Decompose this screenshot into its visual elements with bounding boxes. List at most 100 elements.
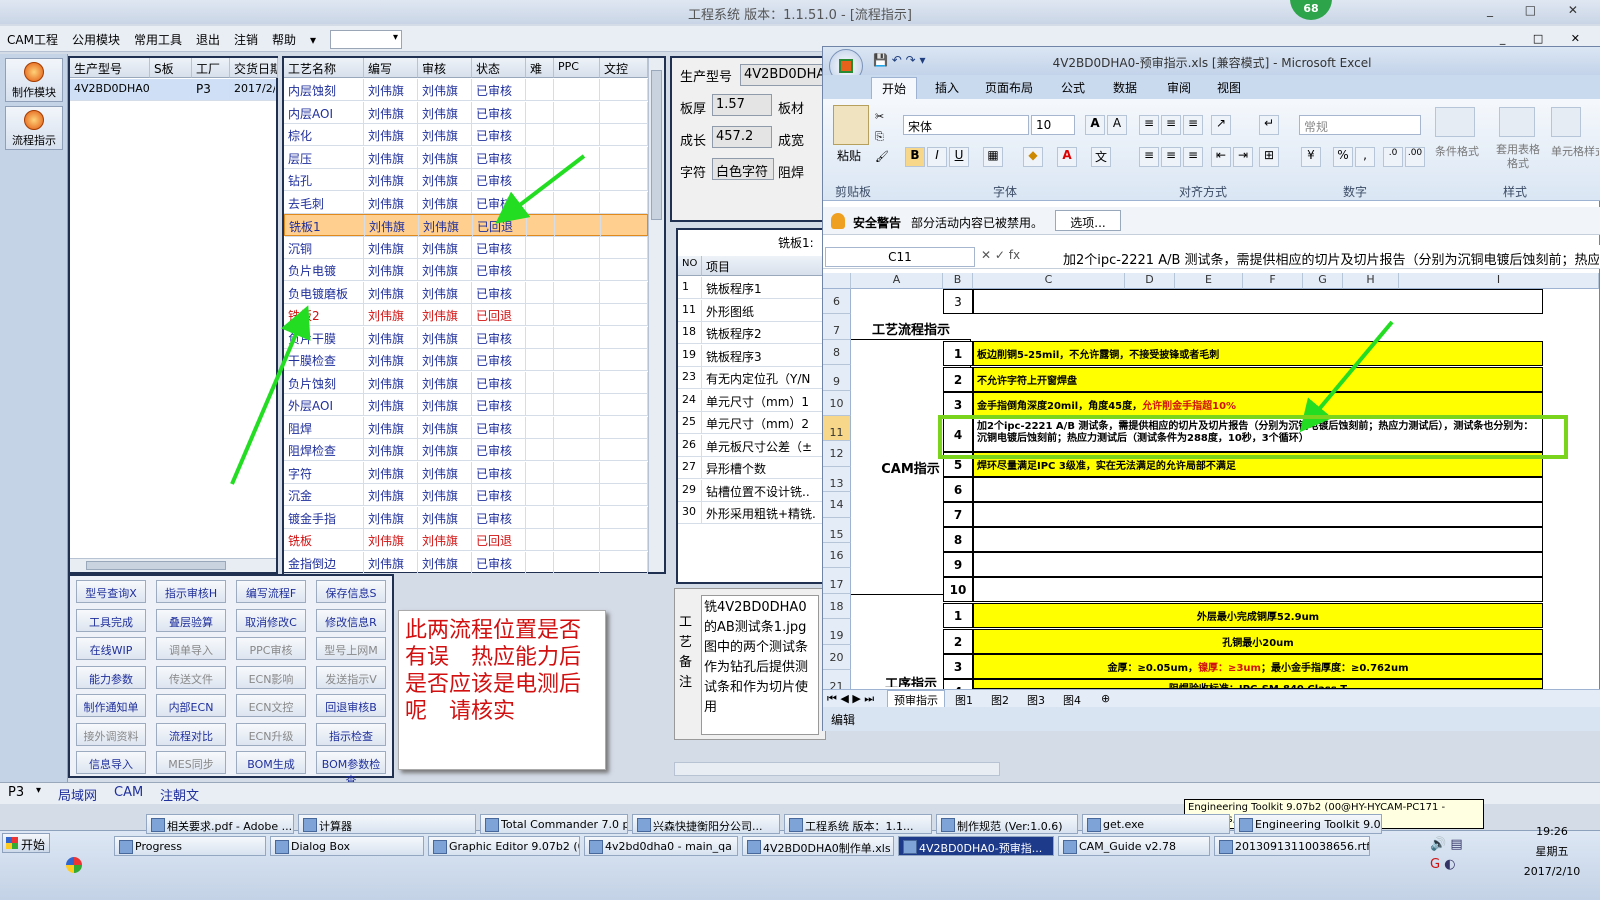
tab-cam[interactable]: CAM	[114, 785, 143, 800]
cell-no[interactable]: 1	[943, 603, 973, 628]
tab-formulas[interactable]: 公式	[1061, 79, 1085, 96]
taskbar-button[interactable]: CAM_Guide v2.78	[1058, 836, 1210, 856]
select-all[interactable]	[823, 273, 851, 289]
orientation-icon[interactable]: ↗	[1211, 115, 1231, 135]
font-name-box[interactable]: 宋体	[903, 115, 1029, 135]
table-format-label[interactable]: 套用表格格式	[1495, 143, 1541, 171]
h-scrollbar[interactable]	[70, 558, 276, 572]
column-header[interactable]: G	[1303, 273, 1343, 289]
row-header[interactable]: 15	[823, 517, 851, 543]
row-header[interactable]: 6	[823, 289, 851, 315]
action-button[interactable]: 制作通知单	[76, 694, 146, 717]
taskbar-button[interactable]: 工程系统 版本：1.1...	[784, 814, 932, 834]
sheet-tab[interactable]: 图4	[1063, 692, 1081, 708]
cell-no[interactable]: 2	[943, 629, 973, 654]
sub-row[interactable]: 30 外形采用粗铣+精铣.	[678, 502, 824, 524]
cell-no[interactable]: 7	[943, 502, 973, 527]
indent-increase-icon[interactable]: ⇥	[1233, 147, 1253, 167]
taskbar-button[interactable]: Graphic Editor 9.07b2 (0...	[428, 836, 580, 856]
mdi-controls[interactable]: _ □ ✕	[1500, 32, 1592, 45]
sub-row[interactable]: 18 铣板程序2	[678, 322, 824, 344]
thickness-field[interactable]: 1.57	[712, 94, 772, 116]
tab-lan[interactable]: 局域网	[58, 785, 97, 804]
sub-row[interactable]: 19 铣板程序3	[678, 344, 824, 367]
action-button[interactable]: PPC审核	[236, 637, 306, 660]
tab-insert[interactable]: 插入	[935, 79, 959, 96]
action-button[interactable]: ECN影响	[236, 665, 306, 689]
table-row[interactable]: 阻焊检查 刘伟旗 刘伟旗 已审核	[284, 439, 648, 461]
cell[interactable]	[973, 527, 1543, 552]
cell[interactable]	[973, 289, 1543, 314]
col-ppc[interactable]: PPC	[554, 58, 600, 78]
col-reviewer[interactable]: 审核	[418, 58, 472, 78]
col-item[interactable]: 项目	[702, 256, 826, 276]
table-row[interactable]: 棕化 刘伟旗 刘伟旗 已审核	[284, 124, 648, 146]
cut-copy-icons[interactable]: ✂ ⎘ 🖌	[875, 107, 889, 167]
sub-row[interactable]: 11 外形图纸	[678, 299, 824, 322]
table-row[interactable]: 金指倒边 刘伟旗 刘伟旗 已审核	[284, 551, 648, 574]
action-button[interactable]: 型号上网M	[316, 637, 386, 660]
action-button[interactable]: 编写流程F	[236, 580, 306, 603]
cell-no[interactable]: 3	[943, 654, 973, 679]
sub-row[interactable]: 27 异形槽个数	[678, 457, 824, 479]
italic-icon[interactable]: I	[927, 147, 947, 167]
tray-icons[interactable]: 🔊 ▤ G ◐	[1430, 835, 1510, 895]
taskbar-button[interactable]: Engineering Toolkit 9.0...	[1234, 814, 1382, 834]
column-header[interactable]: F	[1243, 273, 1303, 289]
sheet-tab[interactable]: 图3	[1027, 692, 1045, 708]
action-button[interactable]: 型号查询X	[76, 580, 146, 603]
taskbar-button[interactable]: Progress	[114, 836, 266, 856]
taskbar-button[interactable]: 相关要求.pdf - Adobe ...	[146, 814, 294, 834]
action-button[interactable]: 叠层验算	[156, 608, 226, 632]
col-no[interactable]: NO	[678, 256, 702, 276]
action-button[interactable]: ECN升级	[236, 722, 306, 746]
model-field[interactable]: 4V2BD0DHA0	[740, 64, 830, 86]
table-row[interactable]: 负片蚀刻 刘伟旗 刘伟旗 已审核	[284, 371, 648, 394]
table-row[interactable]: 阻焊 刘伟旗 刘伟旗 已审核	[284, 416, 648, 439]
row-header[interactable]: 19	[823, 619, 851, 645]
merge-icon[interactable]: ⊞	[1259, 147, 1279, 167]
action-button[interactable]: ECN文控	[236, 694, 306, 717]
table-row[interactable]: 铣板1 刘伟旗 刘伟旗 已回退	[284, 214, 649, 237]
cell-no[interactable]: 2	[943, 367, 973, 392]
cell-cam-text[interactable]: 焊环尽量满足IPC 3级准，实在无法满足的允许局部不满足	[973, 452, 1543, 477]
bold-icon[interactable]: B	[905, 147, 925, 167]
v-scrollbar[interactable]	[648, 58, 664, 572]
name-box[interactable]: C11	[825, 247, 975, 267]
action-button[interactable]: BOM参数检查	[316, 751, 386, 787]
column-header[interactable]: I	[1399, 273, 1599, 289]
action-button[interactable]: 接外调资料	[76, 722, 146, 746]
action-button[interactable]: 回退审核B	[316, 694, 386, 717]
taskbar-button[interactable]: 20130913110038656.rtf...	[1214, 836, 1370, 856]
taskbar-button[interactable]: 制作规范 (Ver:1.0.6)	[936, 814, 1078, 834]
formula-input[interactable]: 加2个ipc-2221 A/B 测试条，需提供相应的切片及切片报告（分别为沉铜电…	[1059, 247, 1599, 267]
cell[interactable]	[973, 577, 1543, 602]
cell[interactable]	[973, 477, 1543, 502]
table-row[interactable]: 层压 刘伟旗 刘伟旗 已审核	[284, 146, 648, 169]
tab-zhuchao[interactable]: 注朝文	[160, 785, 199, 804]
currency-icon[interactable]: ¥	[1301, 147, 1321, 167]
action-button[interactable]: 内部ECN	[156, 694, 226, 717]
action-button[interactable]: 指示审核H	[156, 580, 226, 603]
sub-row[interactable]: 29 钻槽位置不设计铣..	[678, 479, 824, 502]
cell-proc-text[interactable]: 阻焊验收标准：IPC-SM-840 Class T	[973, 679, 1543, 689]
action-button[interactable]: MES同步	[156, 751, 226, 774]
phonetic-icon[interactable]: 文	[1091, 147, 1111, 167]
sub-row[interactable]: 24 单元尺寸（mm）1	[678, 389, 824, 412]
remark-h-scrollbar[interactable]	[674, 762, 1000, 776]
tab-layout[interactable]: 页面布局	[985, 79, 1033, 96]
security-options-button[interactable]: 选项...	[1055, 210, 1121, 231]
taskbar-button[interactable]: 4V2BD0DHA0-预审指...	[898, 836, 1054, 856]
decrease-decimal-icon[interactable]: .00	[1405, 147, 1425, 167]
char-field[interactable]: 白色字符	[712, 158, 774, 180]
action-button[interactable]: 发送指示V	[316, 665, 386, 689]
action-button[interactable]: 流程对比	[156, 722, 226, 746]
border-icon[interactable]: ▦	[983, 147, 1003, 167]
table-row[interactable]: 4V2BD0DHA0 P3 2017/2/	[70, 79, 276, 101]
font-size-box[interactable]: 10	[1031, 115, 1075, 135]
grow-font-icon[interactable]: A	[1085, 115, 1105, 135]
increase-decimal-icon[interactable]: .0	[1383, 147, 1403, 167]
table-row[interactable]: 干膜检查 刘伟旗 刘伟旗 已审核	[284, 349, 648, 371]
table-row[interactable]: 铣板2 刘伟旗 刘伟旗 已回退	[284, 304, 648, 326]
sheet-tab[interactable]: 图1	[955, 692, 973, 708]
